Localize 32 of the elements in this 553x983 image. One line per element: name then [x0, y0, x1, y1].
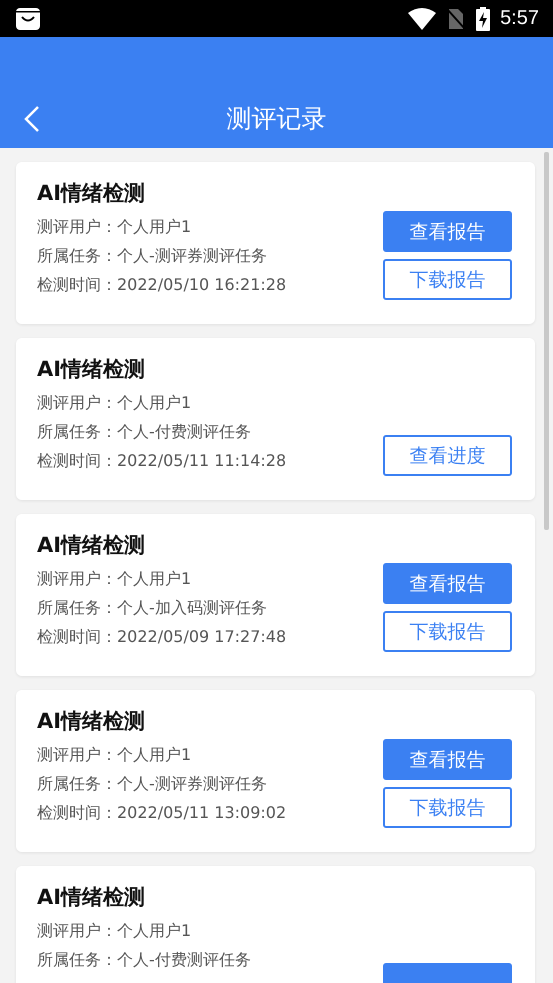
- outline-button[interactable]: 下载报告: [383, 611, 512, 652]
- record-title: AI情绪检测: [37, 532, 146, 558]
- record-field: 测评用户：个人用户1: [37, 564, 383, 593]
- outline-button[interactable]: 下载报告: [383, 259, 512, 300]
- record-field: 测评用户：个人用户1: [37, 740, 383, 769]
- shopping-bag-icon: [15, 6, 41, 30]
- outline-button[interactable]: 下载报告: [383, 787, 512, 828]
- page-title: 测评记录: [226, 102, 326, 134]
- record-field: 检测时间：2022/05/10 16:21:28: [37, 270, 383, 299]
- record-field: 测评用户：个人用户1: [37, 916, 383, 945]
- record-field: 测评用户：个人用户1: [37, 388, 383, 417]
- primary-button[interactable]: 查看报告: [383, 739, 512, 780]
- primary-button[interactable]: 查看报告: [383, 563, 512, 604]
- clock-time: 5:57: [500, 7, 539, 30]
- record-field: 所属任务：个人-测评券测评任务: [37, 769, 383, 798]
- record-field: 检测时间：2022/05/11 13:09:02: [37, 798, 383, 827]
- record-title: AI情绪检测: [37, 708, 146, 734]
- record-field: 测评用户：个人用户1: [37, 212, 383, 241]
- primary-button[interactable]: 查看报告: [383, 211, 512, 252]
- record-title: AI情绪检测: [37, 356, 146, 382]
- record-field: 检测时间：2022/05/09 17:27:48: [37, 622, 383, 651]
- wifi-icon: [408, 8, 436, 30]
- record-title: AI情绪检测: [37, 180, 146, 206]
- record-title: AI情绪检测: [37, 884, 146, 910]
- record-field: 所属任务：个人-测评券测评任务: [37, 241, 383, 270]
- record-field: 检测时间：2022/05/11 11:14:28: [37, 446, 383, 475]
- record-field: 所属任务：个人-付费测评任务: [37, 945, 383, 974]
- back-icon[interactable]: [24, 106, 40, 132]
- record-field: 所属任务：个人-加入码测评任务: [37, 593, 383, 622]
- outline-button[interactable]: 查看进度: [383, 435, 512, 476]
- battery-charging-icon: [476, 6, 490, 30]
- record-field: 所属任务：个人-付费测评任务: [37, 417, 383, 446]
